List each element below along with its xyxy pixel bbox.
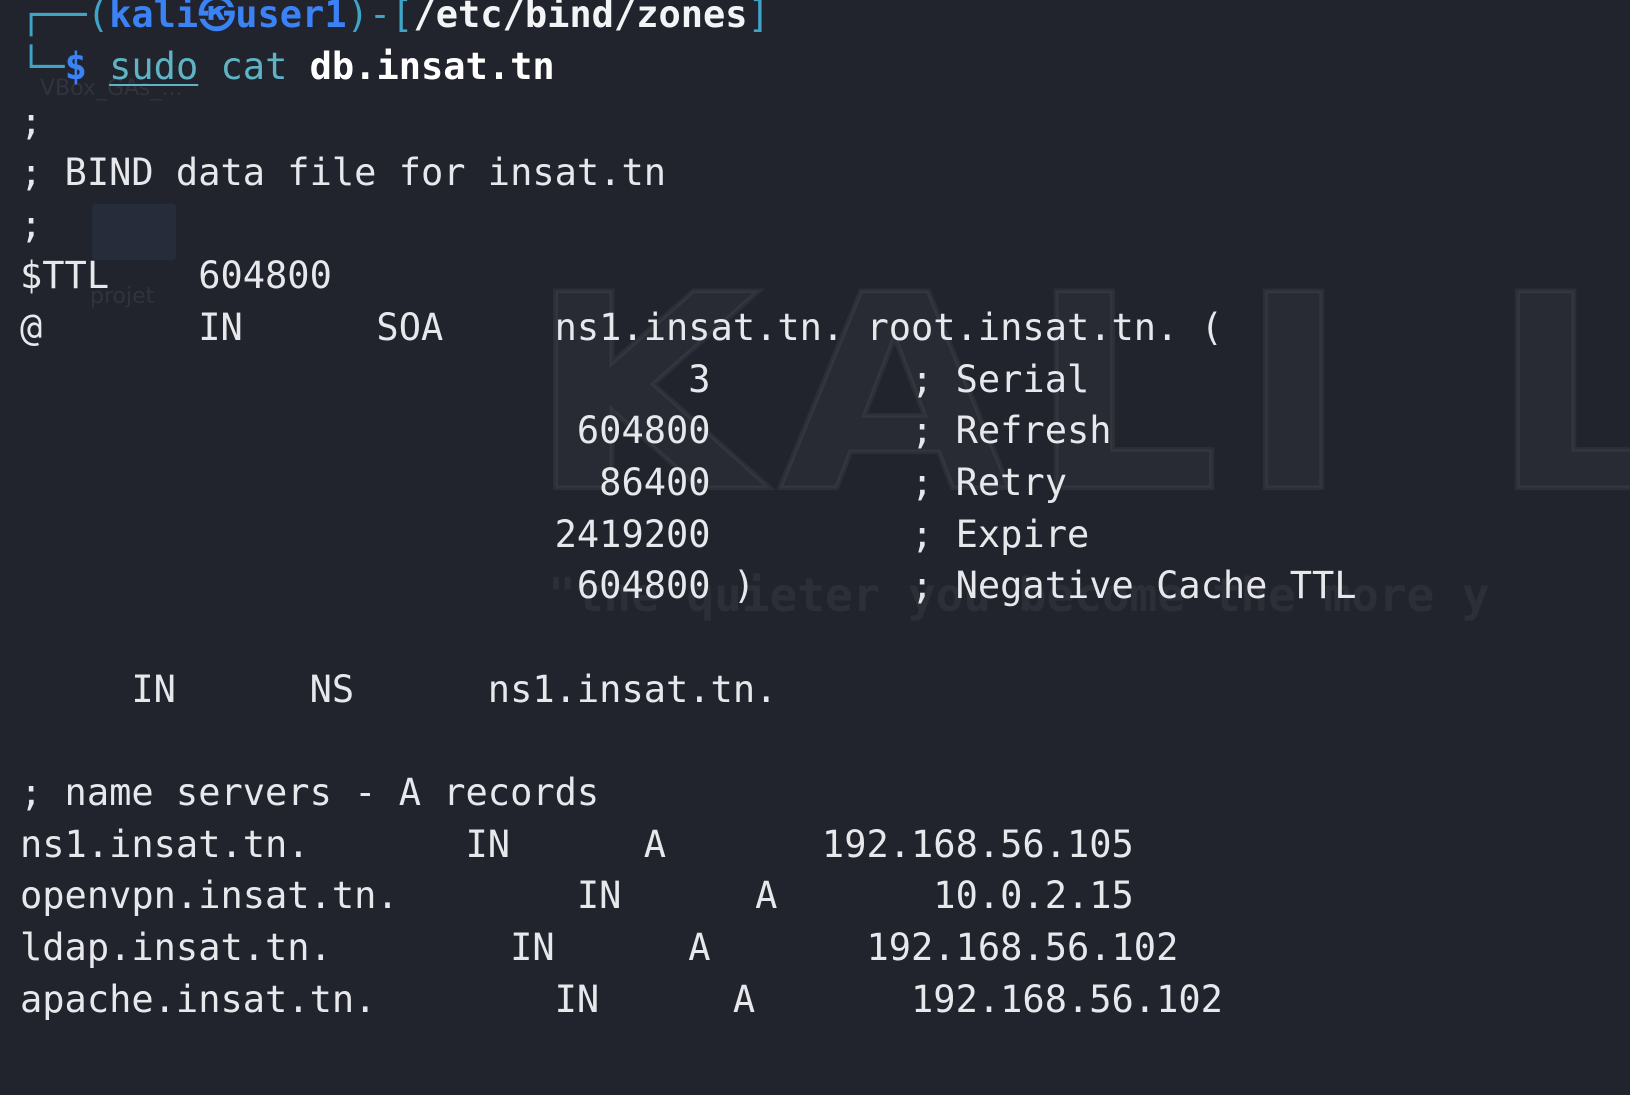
prompt-path: /etc/bind/zones — [413, 0, 748, 36]
command-line[interactable]: └─$ sudo cat db.insat.tn — [20, 40, 555, 94]
output-line: openvpn.insat.tn. IN A 10.0.2.15 — [20, 874, 1134, 917]
command-sudo: sudo — [109, 45, 199, 88]
prompt-frame-right: ] — [747, 0, 770, 36]
prompt-host: user1 — [235, 0, 347, 36]
terminal-window[interactable]: ┌──(kali㉿user1)-[/etc/bind/zones] └─$ su… — [0, 0, 1630, 1095]
output-line: 2419200 ; Expire — [20, 513, 1090, 556]
output-line: IN NS ns1.insat.tn. — [20, 668, 778, 711]
prompt-frame-mid: )-[ — [346, 0, 414, 36]
prompt-symbol: $ — [64, 45, 87, 88]
output-line: 86400 ; Retry — [20, 461, 1067, 504]
prompt-frame-left: ┌──( — [20, 0, 110, 36]
desktop-screen: KALI LI "the quieter you become the more… — [0, 0, 1630, 1095]
output-line: $TTL 604800 — [20, 254, 332, 297]
kali-dragon-icon: ㉿ — [198, 0, 236, 36]
output-line: ; name servers - A records — [20, 771, 600, 814]
output-line: ; — [20, 203, 43, 246]
output-line: ; BIND data file for insat.tn — [20, 151, 667, 194]
output-line: ldap.insat.tn. IN A 192.168.56.102 — [20, 926, 1179, 969]
output-line: ; — [20, 100, 43, 143]
output-line: 3 ; Serial — [20, 358, 1090, 401]
output-line: ns1.insat.tn. IN A 192.168.56.105 — [20, 823, 1134, 866]
output-line: 604800 ; Refresh — [20, 409, 1112, 452]
output-line: 604800 ) ; Negative Cache TTL — [20, 564, 1357, 607]
command-argument: db.insat.tn — [309, 45, 555, 88]
prompt-header: ┌──(kali㉿user1)-[/etc/bind/zones] — [20, 0, 770, 42]
command-cat: cat — [220, 45, 288, 88]
prompt-user: kali — [109, 0, 199, 36]
output-line: apache.insat.tn. IN A 192.168.56.102 — [20, 978, 1223, 1021]
prompt-corner: └─ — [20, 45, 65, 88]
output-line: @ IN SOA ns1.insat.tn. root.insat.tn. ( — [20, 306, 1223, 349]
